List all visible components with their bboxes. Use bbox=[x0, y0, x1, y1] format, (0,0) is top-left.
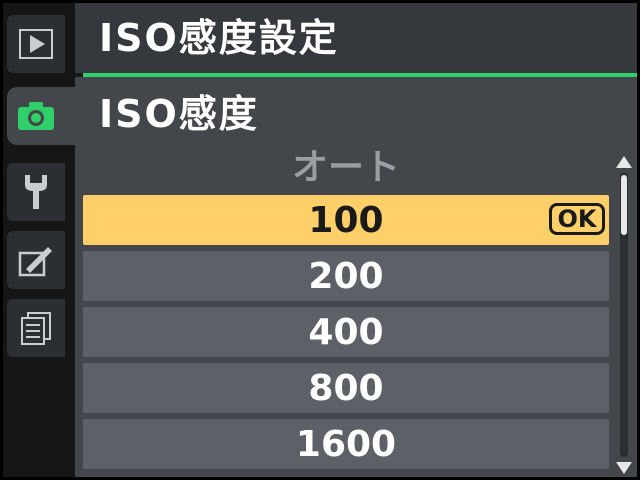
tab-recent-settings[interactable] bbox=[7, 299, 65, 357]
option-800[interactable]: 800 bbox=[83, 363, 609, 413]
scroll-track bbox=[620, 173, 628, 457]
scroll-thumb[interactable] bbox=[621, 175, 627, 235]
recent-settings-icon bbox=[21, 312, 51, 345]
option-100[interactable]: 100 OK bbox=[83, 195, 609, 245]
menu-header: ISO感度設定 bbox=[75, 3, 637, 73]
option-auto: オート bbox=[83, 139, 609, 189]
tab-playback[interactable] bbox=[7, 15, 65, 73]
option-label: 800 bbox=[308, 367, 384, 409]
ok-button-badge: OK bbox=[549, 203, 605, 235]
camera-icon bbox=[18, 102, 54, 130]
option-label: 200 bbox=[308, 255, 384, 297]
page-title: ISO感度設定 bbox=[99, 16, 339, 60]
tab-setup[interactable] bbox=[7, 163, 65, 221]
camera-menu-screen: ISO感度設定 ISO感度 オート 100 OK 200 400 800 160… bbox=[3, 3, 637, 477]
option-400[interactable]: 400 bbox=[83, 307, 609, 357]
option-label: 1600 bbox=[295, 423, 397, 465]
tab-retouch[interactable] bbox=[7, 231, 65, 289]
playback-icon bbox=[19, 29, 53, 59]
scroll-down-arrow-icon bbox=[616, 462, 632, 474]
options-panel: ISO感度 オート 100 OK 200 400 800 1600 bbox=[75, 77, 637, 477]
scroll-up-arrow-icon bbox=[616, 156, 632, 168]
option-label: 100 bbox=[308, 199, 384, 241]
menu-tab-bar bbox=[3, 3, 97, 477]
option-label: オート bbox=[291, 147, 400, 188]
scrollbar[interactable] bbox=[615, 155, 633, 477]
option-label: 400 bbox=[308, 311, 384, 353]
option-200[interactable]: 200 bbox=[83, 251, 609, 301]
retouch-icon bbox=[18, 247, 52, 277]
option-1600[interactable]: 1600 bbox=[83, 419, 609, 469]
section-title: ISO感度 bbox=[99, 92, 259, 136]
wrench-icon bbox=[25, 175, 47, 209]
